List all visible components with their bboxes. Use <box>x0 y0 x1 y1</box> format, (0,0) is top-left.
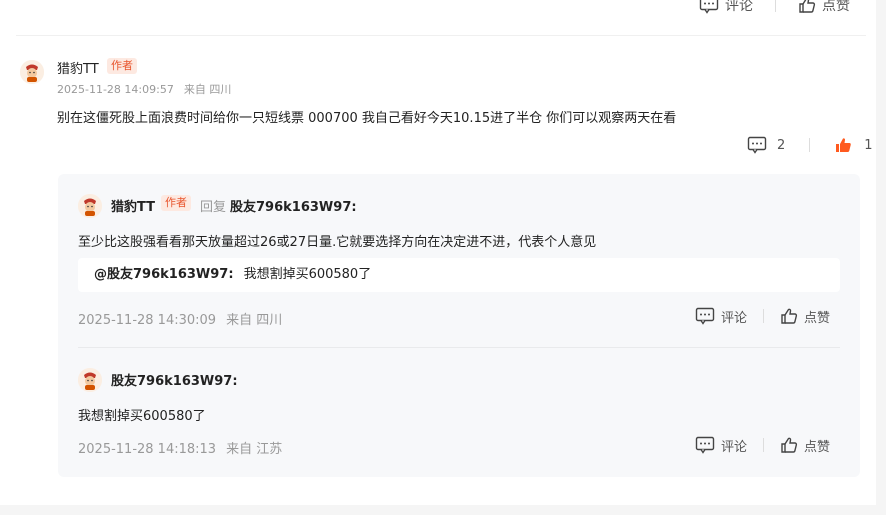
reply-actions: 评论 点赞 <box>695 306 830 326</box>
comment-button[interactable]: 评论 <box>695 307 747 326</box>
username[interactable]: 猎豹TT <box>111 196 155 215</box>
comment-button[interactable]: 评论 <box>699 0 753 15</box>
reply-target: 回复 股友796k163W97: <box>196 196 357 215</box>
comment-button[interactable]: 2 <box>747 136 785 154</box>
comment-count: 2 <box>777 137 786 153</box>
quote-text: 我想割掉买600580了 <box>243 267 372 282</box>
location: 来自 四川 <box>226 313 283 328</box>
comment-icon <box>747 136 767 154</box>
reply-word: 回复 <box>200 200 227 215</box>
thumbs-up-icon <box>781 437 798 453</box>
divider <box>763 438 765 452</box>
timestamp: 2025-11-28 14:18:13 <box>78 442 217 457</box>
username[interactable]: 股友796k163W97: <box>111 370 238 389</box>
like-button[interactable]: 1 <box>834 136 873 154</box>
main-comment-actions: 2 1 <box>747 135 873 155</box>
avatar[interactable] <box>20 60 44 84</box>
prev-comment-actions: 评论 点赞 <box>699 0 850 15</box>
comment-label: 评论 <box>725 0 753 14</box>
like-label: 点赞 <box>822 0 850 14</box>
thumbs-up-icon <box>781 308 798 324</box>
comment-button[interactable]: 评论 <box>695 436 747 455</box>
divider <box>775 0 776 12</box>
reply-to-user[interactable]: 股友796k163W97: <box>230 200 357 215</box>
replies-panel: 猎豹TT 作者 回复 股友796k163W97: 至少比这股强看看那天放量超过26… <box>58 174 860 477</box>
reply-text: 至少比这股强看看那天放量超过26或27日量.它就要选择方向在决定进不进，代表个人… <box>78 235 597 250</box>
thumbs-up-filled-icon <box>836 138 852 152</box>
reply-meta: 2025-11-28 14:30:09 来自 四川 <box>78 309 282 328</box>
comment-label: 评论 <box>721 439 748 455</box>
timestamp: 2025-11-28 14:09:57 <box>57 83 174 96</box>
location: 来自 四川 <box>183 83 232 96</box>
like-button[interactable]: 点赞 <box>780 307 830 326</box>
author-badge: 作者 <box>161 195 191 211</box>
divider <box>16 35 866 36</box>
comment-icon <box>695 436 715 454</box>
comment-label: 评论 <box>721 310 748 326</box>
divider <box>763 309 765 323</box>
timestamp: 2025-11-28 14:30:09 <box>78 313 217 328</box>
location: 来自 江苏 <box>226 442 283 457</box>
like-label: 点赞 <box>804 439 831 455</box>
comment-meta: 2025-11-28 14:09:57 来自 四川 <box>57 81 231 97</box>
avatar[interactable] <box>78 368 102 392</box>
reply-actions: 评论 点赞 <box>695 435 830 455</box>
divider <box>78 347 840 348</box>
like-count: 1 <box>864 137 873 153</box>
quoted-comment: @股友796k163W97: 我想割掉买600580了 <box>78 258 840 292</box>
quote-user[interactable]: @股友796k163W97: <box>94 267 234 282</box>
divider <box>809 138 811 152</box>
avatar-icon <box>78 194 102 218</box>
comment-card: 评论 点赞 猎豹TT 作者 2025-11-28 14:09:57 来自 四川 别… <box>0 0 876 505</box>
comment-icon <box>695 307 715 325</box>
reply-text: 我想割掉买600580了 <box>78 409 206 424</box>
thumbs-up-icon <box>799 0 816 13</box>
username[interactable]: 猎豹TT <box>57 58 99 77</box>
author-badge: 作者 <box>107 58 137 74</box>
like-label: 点赞 <box>804 310 831 326</box>
reply-meta: 2025-11-28 14:18:13 来自 江苏 <box>78 438 282 457</box>
avatar-icon <box>20 60 44 84</box>
comment-icon <box>699 0 719 14</box>
avatar-icon <box>78 368 102 392</box>
comment-text: 别在这僵死股上面浪费时间给你一只短线票 000700 我自己看好今天10.15进… <box>57 111 677 126</box>
like-button[interactable]: 点赞 <box>798 0 850 15</box>
like-button[interactable]: 点赞 <box>780 436 830 455</box>
avatar[interactable] <box>78 194 102 218</box>
